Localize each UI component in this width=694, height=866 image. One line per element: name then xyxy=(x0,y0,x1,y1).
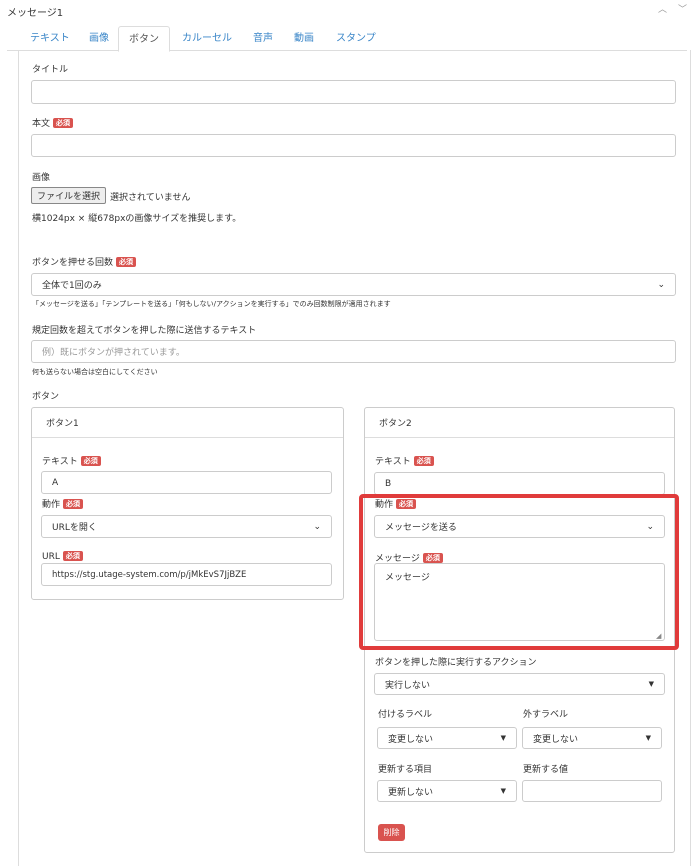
over-text-label: 規定回数を超えてボタンを押した際に送信するテキスト xyxy=(32,326,257,336)
button1-action-select[interactable]: URLを開く ⌄ xyxy=(41,515,332,538)
update-field-select[interactable]: 更新しない ▼ xyxy=(377,780,517,802)
caret-down-icon: ▼ xyxy=(645,734,651,742)
press-action-label: ボタンを押した際に実行するアクション xyxy=(375,658,537,668)
image-size-hint: 横1024px × 縦678pxの画像サイズを推奨します。 xyxy=(32,214,242,224)
press-count-select[interactable]: 全体で1回のみ ⌄ xyxy=(31,273,676,296)
tab-button[interactable]: ボタン xyxy=(118,26,170,52)
add-label-select[interactable]: 変更しない ▼ xyxy=(377,727,517,749)
message-title: メッセージ1 xyxy=(7,8,64,19)
required-badge: 必須 xyxy=(62,551,83,561)
image-label: 画像 xyxy=(32,173,51,183)
body-input[interactable] xyxy=(31,134,676,157)
tab-image[interactable]: 画像 xyxy=(79,26,119,51)
chevron-down-icon: ⌄ xyxy=(313,521,321,532)
tab-stamp[interactable]: スタンプ xyxy=(326,26,386,51)
body-label: 本文 必須 xyxy=(32,116,74,129)
file-select-button[interactable]: ファイルを選択 xyxy=(31,187,107,204)
button1-header: ボタン1 xyxy=(32,408,343,438)
press-action-value: 実行しない xyxy=(385,680,431,691)
buttons-label: ボタン xyxy=(32,392,60,402)
caret-down-icon: ▼ xyxy=(500,734,506,742)
required-badge: 必須 xyxy=(80,456,101,466)
button1-action-value: URLを開く xyxy=(52,523,97,533)
chevron-down-icon[interactable]: ﹀ xyxy=(678,2,687,15)
title-label: タイトル xyxy=(32,65,69,75)
chevron-down-icon: ⌄ xyxy=(657,279,665,290)
caret-down-icon: ▼ xyxy=(648,680,654,688)
button2-text-label: テキスト 必須 xyxy=(375,454,434,467)
required-badge: 必須 xyxy=(63,499,84,509)
update-field-value: 更新しない xyxy=(388,787,434,798)
button1-action-label: 動作 必須 xyxy=(42,497,84,510)
tab-video[interactable]: 動画 xyxy=(284,26,324,51)
remove-label-select[interactable]: 変更しない ▼ xyxy=(522,727,662,749)
add-label-value: 変更しない xyxy=(388,734,434,745)
remove-label-value: 変更しない xyxy=(533,734,579,745)
button2-text-input[interactable]: B xyxy=(374,472,665,495)
press-action-select[interactable]: 実行しない ▼ xyxy=(374,673,665,695)
press-count-note: 「メッセージを送る」「テンプレートを送る」「何もしない/アクションを実行する」で… xyxy=(32,300,391,308)
button1-text-input[interactable]: A xyxy=(41,471,332,494)
chevron-up-icon[interactable]: ︿ xyxy=(658,2,667,15)
add-label-label: 付けるラベル xyxy=(378,710,433,720)
tab-audio[interactable]: 音声 xyxy=(243,26,283,51)
title-input[interactable] xyxy=(31,80,676,104)
file-status: 選択されていません xyxy=(110,193,191,203)
update-value-input[interactable] xyxy=(522,780,662,802)
remove-label-label: 外すラベル xyxy=(523,710,569,720)
press-count-label: ボタンを押せる回数 必須 xyxy=(32,255,137,268)
button1-text-label: テキスト 必須 xyxy=(42,454,101,467)
required-badge: 必須 xyxy=(413,456,434,466)
tab-text[interactable]: テキスト xyxy=(20,26,80,51)
over-text-input[interactable]: 例）既にボタンが押されています。 xyxy=(31,340,676,363)
caret-down-icon: ▼ xyxy=(500,787,506,795)
button1-url-input[interactable]: https://stg.utage-system.com/p/jMkEvS7Jj… xyxy=(41,563,332,586)
required-badge: 必須 xyxy=(116,257,137,267)
press-count-value: 全体で1回のみ xyxy=(42,281,102,291)
over-text-note: 何も送らない場合は空白にしてください xyxy=(32,368,158,376)
update-value-label: 更新する値 xyxy=(523,765,569,775)
update-field-label: 更新する項目 xyxy=(378,765,433,775)
tab-carousel[interactable]: カルーセル xyxy=(172,26,242,51)
button1-url-label: URL 必須 xyxy=(42,551,83,562)
required-badge: 必須 xyxy=(53,118,74,128)
delete-button[interactable]: 削除 xyxy=(378,824,405,841)
highlight-box xyxy=(359,494,679,650)
button2-header: ボタン2 xyxy=(365,408,674,438)
